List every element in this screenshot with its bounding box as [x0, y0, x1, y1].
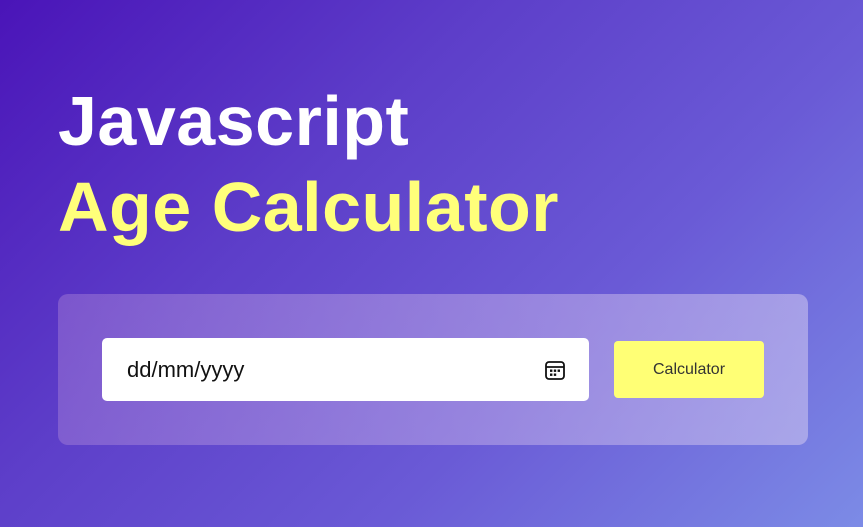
page-title: Javascript Age Calculator: [58, 78, 559, 250]
title-line-age-calculator: Age Calculator: [58, 168, 559, 246]
calculator-panel: dd/mm/yyyy Calculator: [58, 294, 808, 445]
date-input-value: dd/mm/yyyy: [127, 356, 245, 382]
title-line-javascript: Javascript: [58, 82, 410, 160]
calculate-button[interactable]: Calculator: [614, 341, 764, 398]
calendar-icon[interactable]: [543, 358, 567, 382]
date-input[interactable]: dd/mm/yyyy: [102, 338, 589, 401]
